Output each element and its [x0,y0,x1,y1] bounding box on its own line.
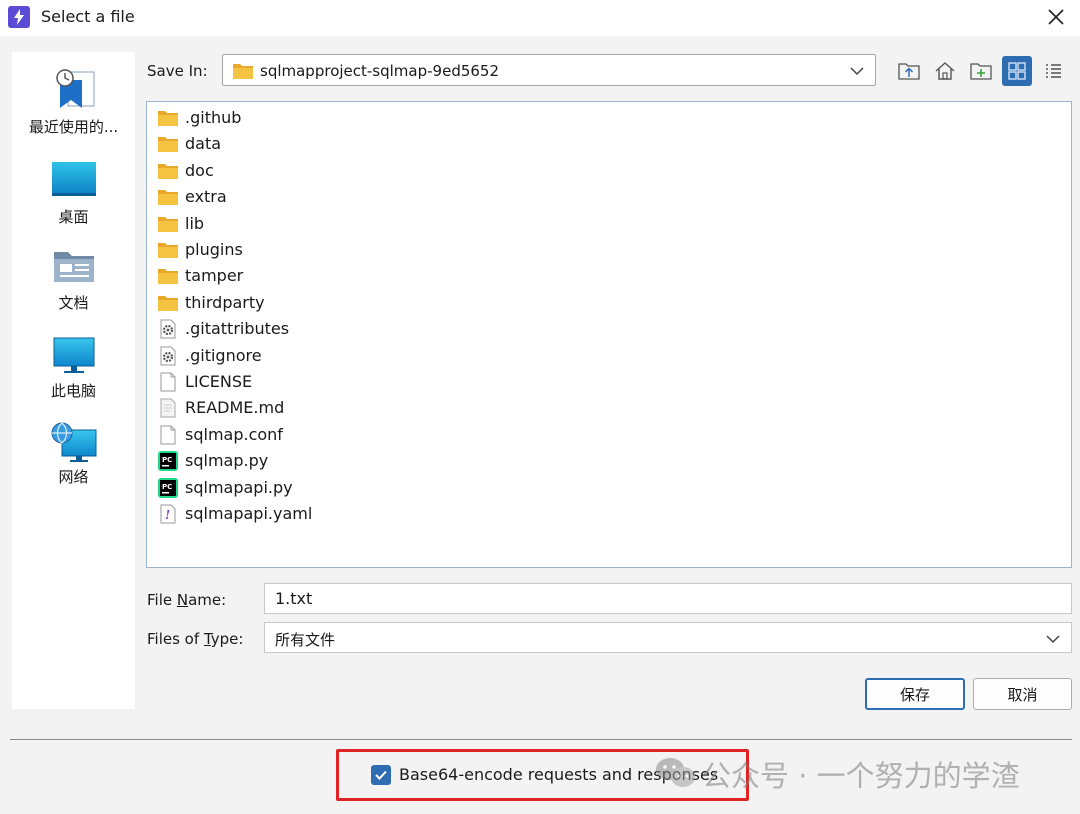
file-list-item[interactable]: tamper [155,264,455,288]
home-icon [935,62,955,80]
file-list-item[interactable]: ! sqlmapapi.yaml [155,502,455,526]
window-title: Select a file [41,7,135,26]
folder-icon [157,187,179,207]
places-sidebar: 最近使用的... 桌面 文档 此电脑 网络 [12,52,135,709]
icon-view-icon [1008,62,1026,80]
folder-icon [157,240,179,260]
base64-checkbox[interactable] [371,765,391,785]
file-list-item[interactable]: doc [155,159,455,183]
list-view-icon [1046,64,1061,78]
folder-icon [157,161,179,181]
documents-icon [48,248,100,292]
folder-icon [157,214,179,234]
file-list-item[interactable]: extra [155,185,455,209]
file-list-item[interactable]: LICENSE [155,370,455,394]
sidebar-item-label: 最近使用的... [28,118,119,136]
file-list-item[interactable]: lib [155,212,455,236]
python-file-icon: PC [157,477,179,498]
markdown-file-icon [157,398,179,418]
title-bar [0,0,1080,36]
file-icon [157,372,179,392]
divider [10,739,1072,740]
file-name: sqlmapapi.py [185,477,293,497]
save-in-dropdown[interactable]: sqlmapproject-sqlmap-9ed5652 [222,54,876,86]
recent-items-icon [48,68,100,112]
files-of-type-dropdown[interactable]: 所有文件 [264,622,1072,653]
config-file-icon [157,319,179,339]
file-name: LICENSE [185,372,253,391]
checkmark-icon [375,770,387,780]
new-folder-icon [970,63,992,80]
sidebar-item-label: 文档 [58,294,89,312]
file-name: data [185,134,222,154]
file-name: .gitattributes [185,319,290,339]
svg-text:PC: PC [162,483,172,491]
file-list[interactable]: .github data doc extra lib plugins tamper third… [146,101,1072,568]
up-folder-icon [898,63,920,80]
cancel-button[interactable]: 取消 [973,678,1072,710]
file-name: plugins [185,240,243,259]
folder-icon [157,134,179,154]
file-list-item[interactable]: .gitignore [155,344,455,368]
save-in-value: sqlmapproject-sqlmap-9ed5652 [260,62,500,80]
watermark-text: 公众号 · 一个努力的学渣 [702,759,1020,793]
svg-text:PC: PC [162,456,172,464]
file-name: lib [185,213,205,233]
file-name: sqlmap.conf [185,424,283,444]
base64-label: Base64-encode requests and responses [399,765,719,784]
file-list-item[interactable]: data [155,132,455,156]
file-list-item[interactable]: PC sqlmap.py [155,449,455,473]
up-folder-button[interactable] [894,56,924,86]
file-name: sqlmapapi.yaml [185,504,313,523]
svg-text:!: ! [165,508,170,522]
close-icon[interactable] [1038,0,1074,34]
file-list-item[interactable]: plugins [155,238,455,262]
folder-icon [232,62,254,84]
desktop-icon [48,160,100,204]
file-name: .gitignore [185,345,262,365]
icon-view-button[interactable] [1002,56,1032,86]
file-icon [157,425,179,445]
files-of-type-label: Files of Type: [147,630,244,648]
file-list-item[interactable]: PC sqlmapapi.py [155,476,455,500]
save-button[interactable]: 保存 [865,678,965,710]
sidebar-item-label: 此电脑 [50,382,96,400]
file-list-item[interactable]: README.md [155,396,455,420]
folder-icon [157,293,179,313]
home-button[interactable] [930,56,960,86]
list-view-button[interactable] [1038,56,1068,86]
file-name: .github [185,108,242,127]
sidebar-item-label: 桌面 [58,208,89,226]
file-name: thirdparty [185,292,265,312]
file-list-item[interactable]: .github [155,106,455,130]
file-name: tamper [185,266,244,286]
bolt-icon [8,6,30,28]
file-name: sqlmap.py [185,451,269,471]
file-name: README.md [185,398,285,418]
file-name: extra [185,187,227,207]
folder-icon [157,108,179,128]
save-in-label: Save In: [147,62,208,80]
file-list-item[interactable]: sqlmap.conf [155,423,455,447]
python-file-icon: PC [157,451,179,472]
file-list-item[interactable]: thirdparty [155,291,455,315]
yaml-file-icon: ! [157,504,179,524]
chevron-down-icon [849,63,865,82]
chevron-down-icon [1045,631,1061,650]
file-name-input[interactable] [264,583,1072,614]
file-list-item[interactable]: .gitattributes [155,317,455,341]
file-name-label: File Name: [147,591,227,609]
sidebar-item-label: 网络 [58,468,89,486]
new-folder-button[interactable] [966,56,996,86]
files-of-type-value: 所有文件 [275,631,336,649]
file-name: doc [185,160,214,180]
folder-icon [157,266,179,286]
config-file-icon [157,346,179,366]
computer-icon [48,336,100,380]
network-icon [48,422,100,466]
